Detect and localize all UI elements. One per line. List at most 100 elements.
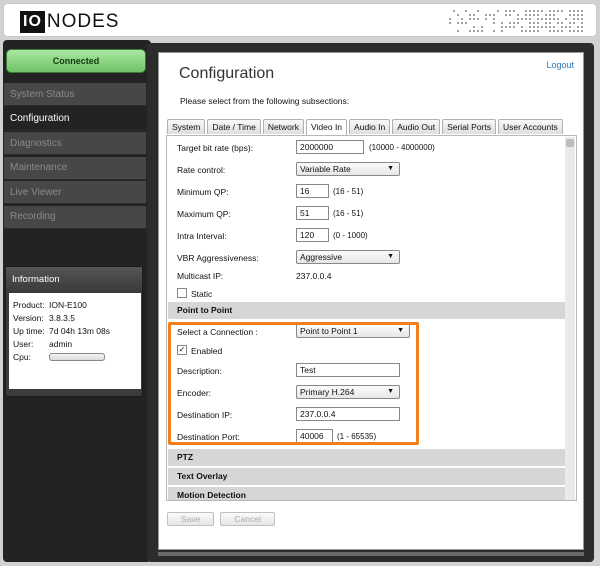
text-overlay-section-header[interactable]: Text Overlay bbox=[168, 468, 566, 485]
cpu-usage-bar bbox=[49, 352, 105, 361]
decorative-dot bbox=[533, 14, 535, 16]
decorative-dot bbox=[509, 22, 511, 24]
decorative-dot bbox=[525, 18, 527, 20]
decorative-dot bbox=[449, 18, 451, 20]
decorative-dot bbox=[549, 22, 551, 24]
motion-detection-section-header[interactable]: Motion Detection bbox=[168, 487, 566, 500]
decorative-dot bbox=[509, 26, 511, 28]
decorative-dot bbox=[525, 10, 527, 12]
decorative-dot bbox=[473, 30, 475, 32]
nav-item-recording[interactable]: Recording bbox=[4, 205, 146, 229]
top-header: IO NODES bbox=[3, 3, 597, 37]
info-row-user: User: admin bbox=[13, 337, 137, 350]
nav-item-configuration[interactable]: Configuration bbox=[4, 107, 146, 131]
vbr-aggressiveness-value: Aggressive bbox=[300, 252, 343, 262]
decorative-dot bbox=[501, 26, 503, 28]
decorative-dot bbox=[569, 30, 571, 32]
information-body: Product: ION-E100 Version: 3.8.3.5 Up ti… bbox=[9, 293, 141, 389]
decorative-dot bbox=[449, 22, 451, 24]
ionodes-logo: IO NODES bbox=[20, 11, 119, 33]
rate-control-value: Variable Rate bbox=[300, 164, 351, 174]
decorative-dot bbox=[545, 18, 547, 20]
decorative-dot bbox=[477, 10, 479, 12]
bitrate-label: Target bit rate (bps): bbox=[177, 143, 254, 153]
static-label: Static bbox=[191, 289, 213, 299]
decorative-dot bbox=[581, 30, 583, 32]
decorative-dot bbox=[561, 30, 563, 32]
decorative-dot bbox=[513, 10, 515, 12]
decorative-dot bbox=[577, 30, 579, 32]
decorative-dot bbox=[465, 22, 467, 24]
decorative-dot bbox=[533, 30, 535, 32]
tab-serial-ports[interactable]: Serial Ports bbox=[442, 119, 496, 134]
decorative-dot bbox=[529, 26, 531, 28]
nav-item-diagnostics[interactable]: Diagnostics bbox=[4, 132, 146, 155]
decorative-dot bbox=[521, 26, 523, 28]
page-title: Configuration bbox=[179, 65, 275, 82]
tab-date-time[interactable]: Date / Time bbox=[207, 119, 261, 134]
decorative-dot bbox=[581, 10, 583, 12]
decorative-dot bbox=[545, 26, 547, 28]
nav-item-maintenance[interactable]: Maintenance bbox=[4, 156, 146, 180]
intra-interval-input[interactable]: 120 bbox=[296, 228, 329, 242]
version-value: 3.8.3.5 bbox=[49, 312, 75, 323]
decorative-dot bbox=[477, 18, 479, 20]
static-checkbox[interactable] bbox=[177, 288, 187, 298]
decorative-dot bbox=[569, 22, 571, 24]
scrollbar-thumb[interactable] bbox=[566, 139, 574, 147]
form-actions: Save Cancel bbox=[167, 512, 281, 526]
decorative-dot bbox=[485, 18, 487, 20]
logo-box: IO bbox=[20, 11, 45, 33]
nav-item-system-status[interactable]: System Status bbox=[4, 83, 146, 106]
decorative-dot bbox=[457, 22, 459, 24]
decorative-dot bbox=[577, 14, 579, 16]
cancel-button[interactable]: Cancel bbox=[220, 512, 275, 526]
decorative-dot bbox=[457, 14, 459, 16]
decorative-dot bbox=[489, 14, 491, 16]
tab-video-in[interactable]: Video In bbox=[306, 119, 348, 135]
max-qp-input[interactable]: 51 bbox=[296, 206, 329, 220]
decorative-dot bbox=[517, 18, 519, 20]
decorative-dot bbox=[497, 10, 499, 12]
panel-scrollbar[interactable] bbox=[565, 137, 575, 500]
decorative-dot bbox=[573, 10, 575, 12]
decorative-dot bbox=[549, 14, 551, 16]
point-to-point-section-header[interactable]: Point to Point bbox=[168, 302, 566, 319]
min-qp-range-hint: (16 - 51) bbox=[333, 187, 364, 196]
decorative-dot bbox=[525, 30, 527, 32]
min-qp-label: Minimum QP: bbox=[177, 187, 229, 197]
decorative-dot bbox=[537, 30, 539, 32]
user-value: admin bbox=[49, 338, 73, 349]
decorative-dot bbox=[473, 18, 475, 20]
decorative-dot bbox=[521, 30, 523, 32]
decorative-dot bbox=[537, 10, 539, 12]
info-row-version: Version: 3.8.3.5 bbox=[13, 311, 137, 324]
tab-audio-out[interactable]: Audio Out bbox=[392, 119, 441, 134]
bitrate-input[interactable]: 2000000 bbox=[296, 140, 364, 154]
decorative-dot bbox=[549, 10, 551, 12]
decorative-dot bbox=[565, 26, 567, 28]
nav-item-live-viewer[interactable]: Live Viewer bbox=[4, 181, 146, 204]
tab-audio-in[interactable]: Audio In bbox=[349, 119, 391, 134]
decorative-dot bbox=[573, 22, 575, 24]
decorative-dot bbox=[581, 26, 583, 28]
decorative-dot bbox=[533, 10, 535, 12]
decorative-dot bbox=[493, 18, 495, 20]
vbr-aggressiveness-select[interactable]: Aggressive ▼ bbox=[296, 250, 400, 264]
tab-system[interactable]: System bbox=[167, 119, 206, 134]
rate-control-select[interactable]: Variable Rate ▼ bbox=[296, 162, 400, 176]
tab-user-accounts[interactable]: User Accounts bbox=[498, 119, 563, 134]
decorative-dot bbox=[553, 14, 555, 16]
decorative-dot bbox=[493, 30, 495, 32]
decorative-dot bbox=[513, 22, 515, 24]
min-qp-input[interactable]: 16 bbox=[296, 184, 329, 198]
ptz-section-header[interactable]: PTZ bbox=[168, 449, 566, 466]
decorative-dot bbox=[557, 18, 559, 20]
tab-network[interactable]: Network bbox=[262, 119, 304, 134]
logout-link[interactable]: Logout bbox=[546, 60, 574, 70]
intra-interval-label: Intra Interval: bbox=[177, 231, 227, 241]
save-button[interactable]: Save bbox=[167, 512, 215, 526]
decorative-dot bbox=[461, 18, 463, 20]
info-key: User: bbox=[13, 338, 34, 349]
max-qp-range-hint: (16 - 51) bbox=[333, 209, 364, 218]
